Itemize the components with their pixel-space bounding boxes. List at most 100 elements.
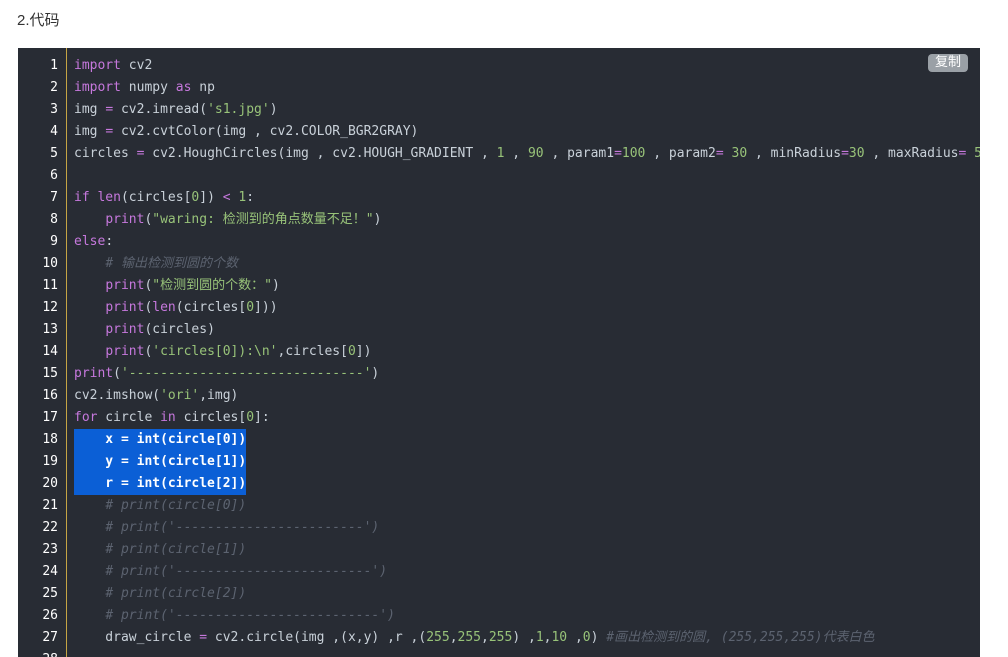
code-token: cv2 [120, 58, 153, 73]
code-token: = [715, 146, 724, 161]
code-text: print("检测到圆的个数：") [74, 275, 280, 297]
code-token: 'ori' [160, 388, 200, 403]
code-line: 11 print("检测到圆的个数：") [18, 275, 980, 297]
code-token: , [481, 630, 489, 645]
code-token: ) [271, 278, 280, 293]
code-line: 5 circles = cv2.HoughCircles(img , cv2.HO… [18, 143, 980, 165]
line-number: 7 [50, 190, 58, 205]
code-token: = [199, 630, 208, 645]
code-text: print("waring: 检测到的角点数量不足！") [74, 209, 381, 231]
line-number: 4 [50, 124, 58, 139]
code-token: img [74, 124, 106, 139]
code-token: < [222, 190, 231, 205]
code-line: 8 print("waring: 检测到的角点数量不足！") [18, 209, 980, 231]
code-line: 12 print(len(circles[0])) [18, 297, 980, 319]
code-token: 10 [551, 630, 568, 645]
code-line: 28 [18, 649, 980, 657]
code-token: cv2.circle(img ,(x,y) ,r ,( [207, 630, 427, 645]
code-token: in [160, 410, 176, 425]
code-text: # print('--------------------------') [74, 605, 395, 627]
code-token: len [152, 300, 176, 315]
code-text: print(circles) [74, 319, 215, 341]
code-line: 13 print(circles) [18, 319, 980, 341]
code-token: (circles[ [120, 190, 192, 205]
code-token: 30 [731, 146, 748, 161]
code-token: ) [371, 366, 380, 381]
code-token: ) [590, 630, 607, 645]
code-line: 9 else: [18, 231, 980, 253]
code-token: ,img) [199, 388, 239, 403]
line-number: 11 [42, 278, 58, 293]
code-text: # print('-------------------------') [74, 561, 387, 583]
code-token: 0 [246, 410, 255, 425]
code-line: 27 draw_circle = cv2.circle(img ,(x,y) ,… [18, 627, 980, 649]
code-text: cv2.imshow('ori',img) [74, 385, 238, 407]
code-token: cv2.cvtColor(img , cv2.COLOR_BGR2GRAY) [113, 124, 419, 139]
line-number: 10 [42, 256, 58, 271]
code-text: # print(circle[0]) [74, 495, 246, 517]
code-token: import [74, 80, 121, 95]
code-token: #画出检测到的圆, (255,255,255)代表白色 [606, 630, 875, 645]
code-token: (circles[ [175, 300, 247, 315]
code-token: # 输出检测到圆的个数 [105, 256, 238, 271]
code-token: , [449, 630, 458, 645]
code-line: 1 import cv2 [18, 55, 980, 77]
code-token: , maxRadius [864, 146, 959, 161]
code-token: 100 [621, 146, 646, 161]
line-number: 23 [42, 542, 58, 557]
line-number: 2 [50, 80, 58, 95]
code-line: 6 [18, 165, 980, 187]
line-number: 9 [50, 234, 58, 249]
code-token: cv2.imshow( [74, 388, 161, 403]
code-token: for [74, 410, 98, 425]
code-token: 0 [582, 630, 591, 645]
code-token: ) [373, 212, 382, 227]
code-token: ]: [254, 410, 270, 425]
code-token: , minRadius [747, 146, 842, 161]
code-token: # print(circle[2]) [105, 586, 247, 601]
code-token: cv2.HoughCircles(img , cv2.HOUGH_GRADIEN… [144, 146, 497, 161]
code-lines: 1 import cv2 2 import numpy as np 3 img = cv2… [18, 55, 980, 657]
line-number: 8 [50, 212, 58, 227]
code-line: 18 x = int(circle[0]) [18, 429, 980, 451]
line-number: 22 [42, 520, 58, 535]
code-line: 15 print('------------------------------'… [18, 363, 980, 385]
code-token: : [246, 190, 255, 205]
line-number: 20 [42, 476, 58, 491]
code-token: # print(circle[0]) [105, 498, 247, 513]
code-line: 7 if len(circles[0]) < 1: [18, 187, 980, 209]
code-token: 1 [535, 630, 544, 645]
copy-button[interactable]: 复制 [927, 54, 968, 72]
code-token: , [567, 630, 583, 645]
code-line: 23 # print(circle[1]) [18, 539, 980, 561]
code-text: import cv2 [74, 55, 152, 77]
code-token: '------------------------------' [120, 366, 372, 381]
selected-code-text: r = int(circle[2]) [74, 473, 247, 495]
selected-code-text: x = int(circle[0]) [74, 429, 247, 451]
code-token: "检测到圆的个数：" [152, 278, 272, 293]
code-token: len [97, 190, 121, 205]
code-token: print [105, 344, 145, 359]
code-line: 21 # print(circle[0]) [18, 495, 980, 517]
code-block[interactable]: 1 import cv2 2 import numpy as np 3 img = cv2… [18, 48, 980, 657]
code-line: 4 img = cv2.cvtColor(img , cv2.COLOR_BGR2… [18, 121, 980, 143]
code-text: for circle in circles[0]: [74, 407, 270, 429]
code-token: if [74, 190, 90, 205]
line-number: 27 [42, 630, 58, 645]
code-token: import [74, 58, 121, 73]
line-number: 15 [42, 366, 58, 381]
code-line: 20 r = int(circle[2]) [18, 473, 980, 495]
code-token: y = int(circle[1]) [74, 454, 247, 469]
code-token: 90 [527, 146, 544, 161]
code-token: 0 [246, 300, 255, 315]
section-heading: 2.代码 [17, 12, 60, 29]
selected-code-text: y = int(circle[1]) [74, 451, 247, 473]
code-text: circles = cv2.HoughCircles(img , cv2.HOU… [74, 143, 980, 165]
code-text: print(len(circles[0])) [74, 297, 277, 319]
code-line: 3 img = cv2.imread('s1.jpg') [18, 99, 980, 121]
